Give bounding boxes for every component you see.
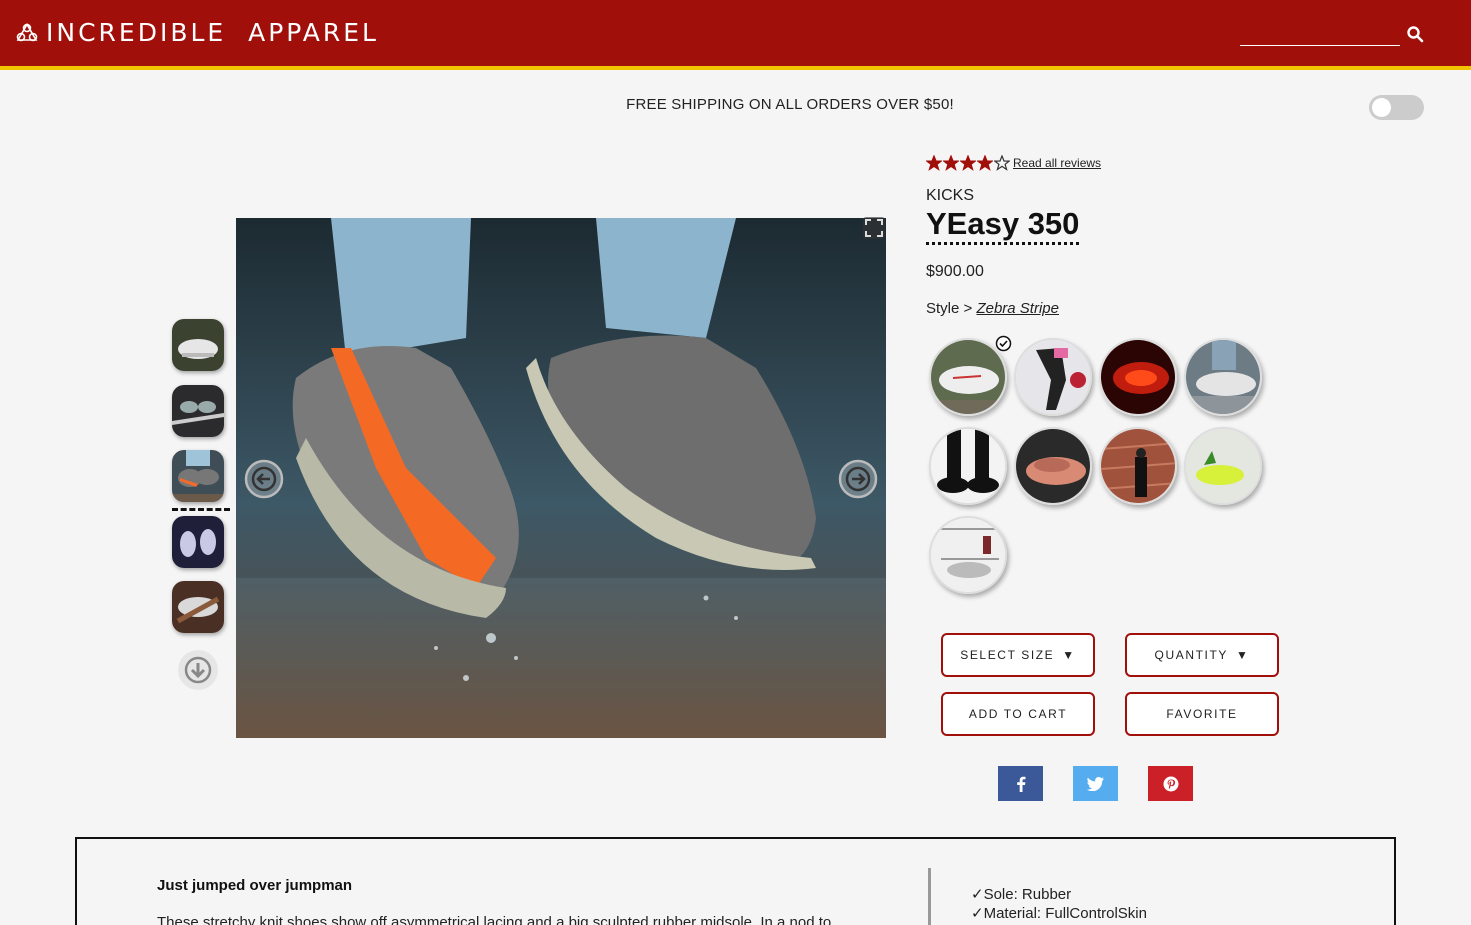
style-label: Style > bbox=[926, 300, 973, 317]
previous-image-arrow-icon[interactable] bbox=[244, 459, 284, 499]
triad-logo-icon bbox=[16, 22, 38, 41]
style-swatch-2[interactable] bbox=[1014, 338, 1092, 416]
rating-stars bbox=[926, 155, 1010, 171]
gallery-thumbnail-3[interactable] bbox=[172, 450, 224, 502]
arrow-down-circle-icon bbox=[184, 656, 212, 684]
star-filled-icon bbox=[977, 155, 993, 171]
gallery-thumbnail-1[interactable] bbox=[172, 319, 224, 371]
caret-down-icon: ▼ bbox=[1235, 648, 1250, 662]
theme-toggle[interactable] bbox=[1369, 95, 1424, 120]
feature-item-material: ✓Material: FullControlSkin bbox=[971, 904, 1147, 922]
star-filled-icon bbox=[943, 155, 959, 171]
brand-logo[interactable]: INCREDIBLE APPAREL bbox=[14, 18, 379, 47]
expand-icon[interactable] bbox=[862, 216, 886, 240]
selected-style-name: Zebra Stripe bbox=[976, 300, 1059, 317]
quantity-label: QUANTITY bbox=[1154, 648, 1228, 662]
star-filled-icon bbox=[926, 155, 942, 171]
feature-text: Sole: Rubber bbox=[983, 886, 1072, 903]
select-size-label: SELECT SIZE bbox=[960, 648, 1055, 662]
description-slogan: Just jumped over jumpman bbox=[157, 877, 353, 894]
search-input[interactable] bbox=[1240, 26, 1400, 46]
star-filled-icon bbox=[960, 155, 976, 171]
product-price: $900.00 bbox=[926, 263, 984, 280]
site-header: INCREDIBLE APPAREL bbox=[0, 0, 1471, 70]
product-category: KICKS bbox=[926, 187, 975, 204]
style-selector-label: Style > Zebra Stripe bbox=[926, 300, 1059, 317]
gallery-thumbnail-4[interactable] bbox=[172, 516, 224, 568]
thumbnails-scroll-down[interactable] bbox=[178, 650, 218, 690]
style-swatch-8[interactable] bbox=[1184, 427, 1262, 505]
feature-item-sole: ✓Sole: Rubber bbox=[971, 885, 1071, 903]
gallery-thumbnail-5[interactable] bbox=[172, 581, 224, 633]
pinterest-icon bbox=[1163, 776, 1178, 791]
toggle-knob bbox=[1372, 98, 1391, 117]
twitter-icon bbox=[1087, 776, 1104, 791]
quantity-dropdown[interactable]: QUANTITY ▼ bbox=[1125, 633, 1279, 677]
twitter-share-button[interactable] bbox=[1073, 766, 1118, 801]
checkmark-icon: ✓ bbox=[971, 886, 984, 903]
shipping-banner: FREE SHIPPING ON ALL ORDERS OVER $50! bbox=[626, 96, 954, 113]
style-swatch-5[interactable] bbox=[929, 427, 1007, 505]
facebook-share-button[interactable] bbox=[998, 766, 1043, 801]
star-empty-icon bbox=[994, 155, 1010, 171]
select-size-dropdown[interactable]: SELECT SIZE ▼ bbox=[941, 633, 1095, 677]
add-to-cart-button[interactable]: ADD TO CART bbox=[941, 692, 1095, 736]
search-icon[interactable] bbox=[1406, 25, 1424, 43]
brand-name: INCREDIBLE APPAREL bbox=[46, 18, 379, 47]
style-swatch-4[interactable] bbox=[1184, 338, 1262, 416]
next-image-arrow-icon[interactable] bbox=[838, 459, 878, 499]
description-divider bbox=[928, 868, 931, 925]
feature-text: Material: FullControlSkin bbox=[983, 905, 1147, 922]
style-swatch-7[interactable] bbox=[1099, 427, 1177, 505]
caret-down-icon: ▼ bbox=[1062, 648, 1076, 662]
style-swatch-3[interactable] bbox=[1099, 338, 1177, 416]
facebook-icon bbox=[1016, 776, 1025, 792]
thumbnail-selection-indicator bbox=[172, 508, 230, 511]
gallery-thumbnail-2[interactable] bbox=[172, 385, 224, 437]
selected-check-icon bbox=[995, 335, 1012, 352]
favorite-button[interactable]: FAVORITE bbox=[1125, 692, 1279, 736]
read-reviews-link[interactable]: Read all reviews bbox=[1013, 156, 1101, 170]
product-main-image bbox=[236, 218, 886, 738]
description-body: These stretchy knit shoes show off asymm… bbox=[157, 914, 832, 925]
checkmark-icon: ✓ bbox=[971, 905, 984, 922]
pinterest-share-button[interactable] bbox=[1148, 766, 1193, 801]
product-title: YEasy 350 bbox=[926, 206, 1080, 245]
style-swatch-9[interactable] bbox=[929, 516, 1007, 594]
style-swatch-6[interactable] bbox=[1014, 427, 1092, 505]
